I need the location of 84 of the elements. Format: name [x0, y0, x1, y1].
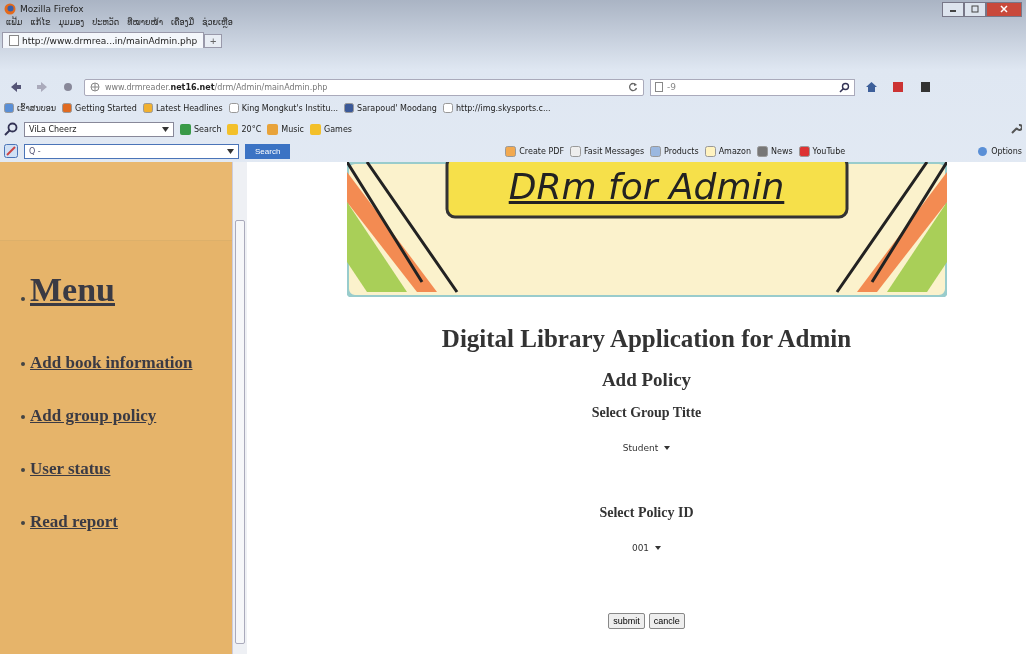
circle-icon: [977, 145, 989, 157]
square-icon: [798, 145, 810, 157]
menu-item[interactable]: ເຄື່ອງມື: [171, 18, 195, 32]
pencil-icon[interactable]: [4, 144, 18, 158]
dropdown[interactable]: 001: [628, 541, 665, 555]
menu-heading[interactable]: Menu: [30, 271, 115, 308]
page-icon: [442, 103, 453, 113]
page-icon: [344, 103, 355, 113]
caret-icon: [655, 546, 662, 550]
caret-icon[interactable]: [227, 148, 234, 154]
menu-item[interactable]: ແກ້ໄຂ: [30, 18, 51, 32]
toolbar-item[interactable]: Create PDF: [505, 145, 564, 157]
window-title: Mozilla Firefox: [20, 4, 84, 14]
toolbar-item[interactable]: Products: [650, 145, 699, 157]
square-icon: [267, 123, 279, 135]
toolbar-item[interactable]: Fasit Messages: [570, 145, 645, 157]
form-button[interactable]: cancle: [648, 613, 685, 629]
menu-item[interactable]: ປະຫວັດ: [92, 18, 120, 32]
toolbar-item[interactable]: Search: [180, 123, 222, 135]
new-tab-button[interactable]: +: [204, 34, 223, 48]
home-icon[interactable]: [865, 81, 878, 93]
maximize-icon: [971, 5, 979, 13]
caret-icon: [664, 446, 671, 450]
form-button[interactable]: submit: [608, 613, 645, 629]
wrench-icon[interactable]: [1010, 123, 1022, 135]
menu-item[interactable]: ທີ່ໝາຍໜ້າ: [127, 18, 164, 32]
square-icon: [227, 123, 239, 135]
toolbar-field[interactable]: ViLa Cheerz: [24, 121, 174, 137]
menu-item[interactable]: ມຸມມອງ: [58, 18, 85, 32]
square-icon: [756, 145, 768, 157]
field-label: Select Policy ID: [599, 505, 694, 521]
field-label: Select Group Titte: [591, 405, 702, 421]
close-button[interactable]: [986, 1, 1022, 17]
caret-icon[interactable]: [162, 126, 169, 132]
bookmark-item[interactable]: Sarapoud' Moodang: [344, 103, 437, 113]
square-icon: [505, 145, 517, 157]
close-icon: [1000, 5, 1008, 13]
square-icon: [704, 145, 716, 157]
menu-link[interactable]: Read report: [30, 512, 118, 531]
browser-tab[interactable]: http://www.drmrea...in/mainAdmin.php: [2, 32, 205, 48]
page-icon: [142, 103, 153, 113]
toolbar-item[interactable]: News: [756, 145, 793, 157]
toolbar-item[interactable]: Games: [310, 123, 352, 135]
maximize-button[interactable]: [964, 1, 986, 17]
menu-item[interactable]: ຊ່ວຍເຫຼືອ: [202, 18, 233, 32]
bookmark-item[interactable]: ເຂົ້າສນບອນ: [4, 103, 56, 113]
toolbar-item[interactable]: Music: [267, 123, 304, 135]
menu-link[interactable]: User status: [30, 459, 111, 478]
minimize-button[interactable]: [942, 1, 964, 17]
globe-icon: [90, 82, 100, 92]
address-bar[interactable]: www.drmreader.net16.net/drm/Admin/mainAdmin.php: [84, 78, 644, 96]
page-title: Digital Library Application for Admin: [441, 325, 852, 353]
reload-icon[interactable]: [628, 82, 638, 92]
menu-item[interactable]: ແຟ້ມ: [6, 18, 23, 32]
search-field[interactable]: Q -: [24, 143, 239, 159]
banner-title: DRm for Admin: [507, 166, 786, 207]
form-title: Add Policy: [601, 369, 692, 391]
menu-link[interactable]: Add group policy: [30, 406, 157, 425]
bookmark-item[interactable]: Getting Started: [62, 103, 137, 113]
options-button[interactable]: Options: [977, 145, 1022, 157]
search-field[interactable]: -9: [650, 78, 855, 96]
toolbar-item[interactable]: Amazon: [704, 145, 751, 157]
search-button[interactable]: Search: [245, 143, 291, 159]
square-icon: [650, 145, 662, 157]
square-icon: [570, 145, 581, 157]
square-icon: [310, 123, 321, 135]
bookmark-item[interactable]: http://img.skysports.c...: [442, 103, 551, 113]
toolbar-item[interactable]: YouTube: [798, 145, 846, 157]
scrollbar[interactable]: [232, 162, 247, 654]
square-icon: [180, 123, 191, 135]
toolbar-item[interactable]: 20°C: [227, 123, 262, 135]
bookmark-item[interactable]: King Mongkut's Institu...: [228, 103, 339, 113]
search-icon[interactable]: [4, 122, 18, 136]
bookmark-item[interactable]: Latest Headlines: [142, 103, 223, 113]
page-icon: [228, 103, 239, 113]
back-icon[interactable]: [10, 81, 22, 93]
picture-icon: [4, 103, 14, 113]
dropdown[interactable]: Student: [619, 441, 674, 455]
menu-link[interactable]: Add book information: [30, 353, 193, 372]
page-icon: [62, 103, 72, 113]
page-icon: [9, 35, 19, 46]
page-icon: [655, 82, 663, 92]
search-icon[interactable]: [839, 81, 850, 93]
browser-logo-icon: [4, 3, 16, 15]
